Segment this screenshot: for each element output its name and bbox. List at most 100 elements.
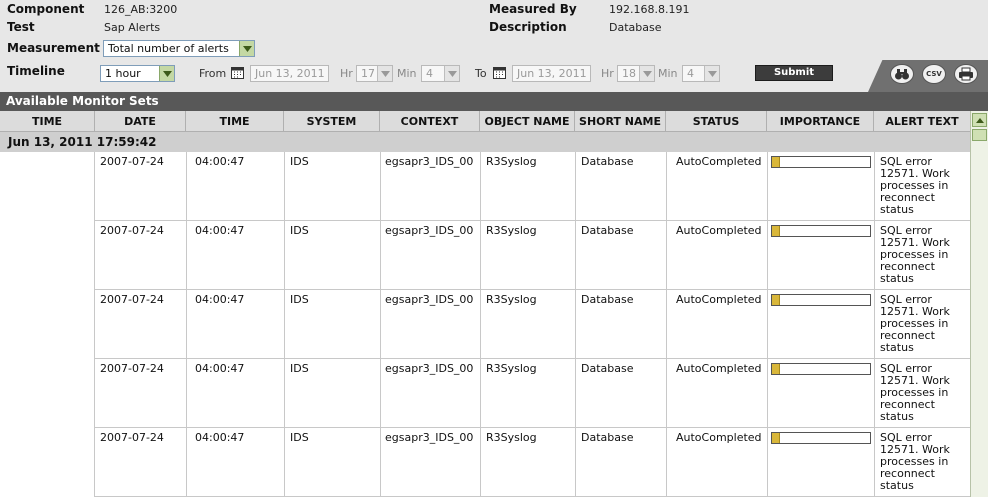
column-header[interactable]: SHORT NAME bbox=[575, 111, 666, 132]
from-minute-value: 4 bbox=[426, 67, 433, 80]
csv-export-icon[interactable]: CSV bbox=[922, 64, 946, 84]
to-hour-select[interactable]: 18 bbox=[617, 65, 655, 82]
cell-time: 04:00:47 bbox=[195, 431, 245, 444]
to-hr-label: Hr bbox=[601, 67, 614, 80]
column-header[interactable]: STATUS bbox=[666, 111, 767, 132]
chevron-down-icon[interactable] bbox=[239, 41, 254, 56]
binoculars-icon[interactable] bbox=[890, 64, 914, 84]
cell-status: AutoCompleted bbox=[676, 155, 762, 168]
cell-context: egsapr3_IDS_00 bbox=[385, 431, 474, 444]
importance-bar bbox=[771, 156, 871, 168]
table-row[interactable]: 2007-07-24 04:00:47 IDS egsapr3_IDS_00 R… bbox=[95, 428, 970, 497]
from-date-input[interactable]: Jun 13, 2011 bbox=[250, 65, 329, 82]
description-value: Database bbox=[609, 21, 662, 34]
cell-date: 2007-07-24 bbox=[100, 293, 164, 306]
cell-status: AutoCompleted bbox=[676, 224, 762, 237]
importance-bar bbox=[771, 363, 871, 375]
cell-time: 04:00:47 bbox=[195, 293, 245, 306]
calendar-icon[interactable] bbox=[231, 66, 244, 79]
cell-time: 04:00:47 bbox=[195, 224, 245, 237]
measurement-select[interactable]: Total number of alerts bbox=[103, 40, 255, 57]
to-date-input[interactable]: Jun 13, 2011 bbox=[512, 65, 591, 82]
table-row[interactable]: 2007-07-24 04:00:47 IDS egsapr3_IDS_00 R… bbox=[95, 152, 970, 221]
importance-bar bbox=[771, 294, 871, 306]
from-label: From bbox=[199, 67, 227, 80]
cell-object-name: R3Syslog bbox=[486, 293, 537, 306]
cell-alert-text: SQL error 12571. Work processes in recon… bbox=[880, 293, 950, 354]
from-minute-select[interactable]: 4 bbox=[421, 65, 460, 82]
cell-system: IDS bbox=[290, 431, 309, 444]
column-header[interactable]: ALERT TEXT bbox=[874, 111, 970, 132]
cell-system: IDS bbox=[290, 293, 309, 306]
component-value: 126_AB:3200 bbox=[104, 3, 178, 16]
section-title: Available Monitor Sets bbox=[0, 92, 988, 111]
measured-by-value: 192.168.8.191 bbox=[609, 3, 690, 16]
cell-context: egsapr3_IDS_00 bbox=[385, 362, 474, 375]
chevron-down-icon[interactable] bbox=[377, 66, 392, 81]
chevron-down-icon[interactable] bbox=[159, 66, 174, 81]
cell-date: 2007-07-24 bbox=[100, 155, 164, 168]
cell-context: egsapr3_IDS_00 bbox=[385, 293, 474, 306]
from-hour-value: 17 bbox=[361, 67, 375, 80]
vertical-scrollbar[interactable] bbox=[970, 111, 988, 497]
submit-button[interactable]: Submit bbox=[755, 65, 833, 81]
cell-system: IDS bbox=[290, 155, 309, 168]
test-value: Sap Alerts bbox=[104, 21, 161, 34]
cell-context: egsapr3_IDS_00 bbox=[385, 224, 474, 237]
cell-short-name: Database bbox=[581, 155, 634, 168]
chevron-down-icon[interactable] bbox=[704, 66, 719, 81]
column-header[interactable]: DATE bbox=[95, 111, 186, 132]
cell-date: 2007-07-24 bbox=[100, 224, 164, 237]
table-row[interactable]: 2007-07-24 04:00:47 IDS egsapr3_IDS_00 R… bbox=[95, 221, 970, 290]
cell-object-name: R3Syslog bbox=[486, 431, 537, 444]
calendar-icon[interactable] bbox=[493, 66, 506, 79]
importance-fill bbox=[772, 364, 780, 374]
column-header[interactable]: TIME bbox=[186, 111, 284, 132]
column-header[interactable]: IMPORTANCE bbox=[767, 111, 874, 132]
timeline-select[interactable]: 1 hour bbox=[100, 65, 175, 82]
column-header[interactable]: SYSTEM bbox=[284, 111, 380, 132]
to-min-label: Min bbox=[658, 67, 678, 80]
from-hour-select[interactable]: 17 bbox=[356, 65, 393, 82]
to-minute-value: 4 bbox=[687, 67, 694, 80]
chevron-down-icon[interactable] bbox=[444, 66, 459, 81]
header-panel: Component 126_AB:3200 Test Sap Alerts Me… bbox=[0, 0, 988, 92]
importance-bar bbox=[771, 432, 871, 444]
cell-status: AutoCompleted bbox=[676, 362, 762, 375]
cell-time: 04:00:47 bbox=[195, 362, 245, 375]
measured-by-label: Measured By bbox=[489, 2, 577, 16]
chevron-down-icon[interactable] bbox=[639, 66, 654, 81]
cell-short-name: Database bbox=[581, 431, 634, 444]
cell-status: AutoCompleted bbox=[676, 293, 762, 306]
table-row[interactable]: 2007-07-24 04:00:47 IDS egsapr3_IDS_00 R… bbox=[95, 359, 970, 428]
cell-status: AutoCompleted bbox=[676, 431, 762, 444]
timeline-label: Timeline bbox=[7, 64, 65, 78]
column-header[interactable]: OBJECT NAME bbox=[480, 111, 575, 132]
column-header[interactable]: CONTEXT bbox=[380, 111, 480, 132]
cell-alert-text: SQL error 12571. Work processes in recon… bbox=[880, 224, 950, 285]
table-body: 2007-07-24 04:00:47 IDS egsapr3_IDS_00 R… bbox=[0, 152, 970, 497]
cell-context: egsapr3_IDS_00 bbox=[385, 155, 474, 168]
cell-date: 2007-07-24 bbox=[100, 431, 164, 444]
cell-object-name: R3Syslog bbox=[486, 224, 537, 237]
cell-alert-text: SQL error 12571. Work processes in recon… bbox=[880, 362, 950, 423]
cell-system: IDS bbox=[290, 362, 309, 375]
column-header[interactable]: TIME bbox=[0, 111, 95, 132]
group-timestamp: Jun 13, 2011 17:59:42 bbox=[0, 132, 970, 152]
to-minute-select[interactable]: 4 bbox=[682, 65, 720, 82]
timeline-select-value: 1 hour bbox=[105, 67, 141, 80]
table-row[interactable]: 2007-07-24 04:00:47 IDS egsapr3_IDS_00 R… bbox=[95, 290, 970, 359]
from-date-value: Jun 13, 2011 bbox=[255, 67, 325, 80]
csv-label: CSV bbox=[926, 70, 942, 78]
from-min-label: Min bbox=[397, 67, 417, 80]
cell-date: 2007-07-24 bbox=[100, 362, 164, 375]
cell-short-name: Database bbox=[581, 224, 634, 237]
scrollbar-thumb[interactable] bbox=[972, 129, 987, 141]
cell-object-name: R3Syslog bbox=[486, 155, 537, 168]
print-icon[interactable] bbox=[954, 64, 978, 84]
scroll-up-icon[interactable] bbox=[972, 113, 987, 127]
cell-short-name: Database bbox=[581, 362, 634, 375]
importance-fill bbox=[772, 433, 780, 443]
importance-fill bbox=[772, 157, 780, 167]
cell-time: 04:00:47 bbox=[195, 155, 245, 168]
